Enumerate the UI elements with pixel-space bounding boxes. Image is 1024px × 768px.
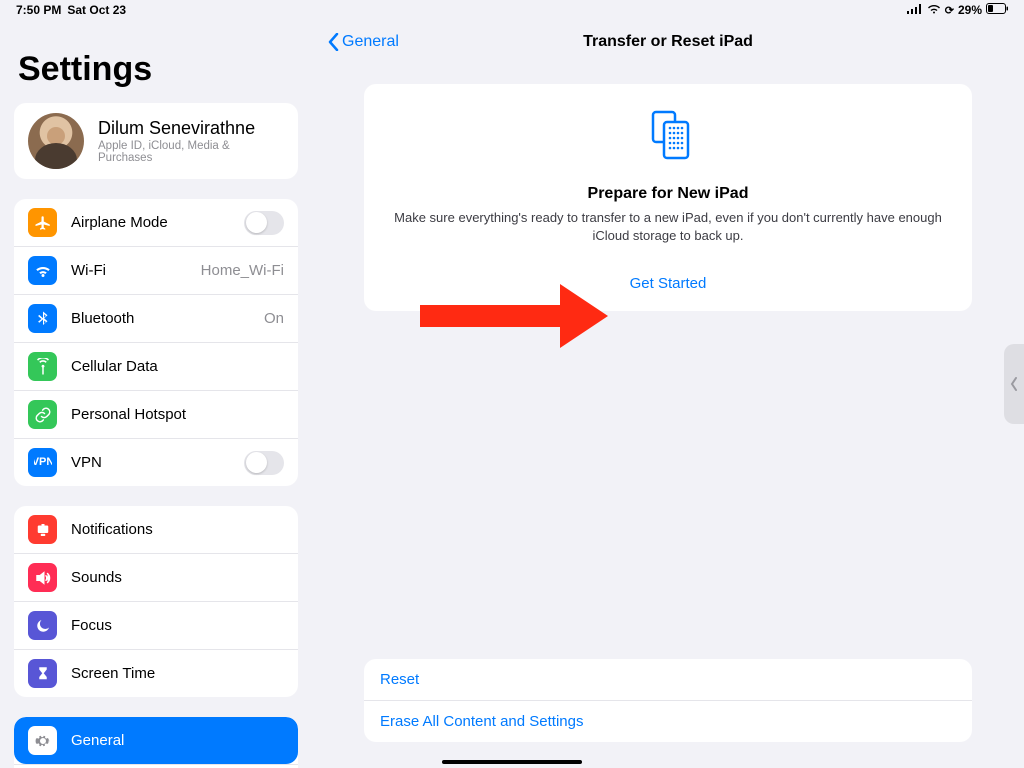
sidebar-item-wi-fi[interactable]: Wi-FiHome_Wi-Fi: [14, 246, 298, 294]
sidebar-item-personal-hotspot[interactable]: Personal Hotspot: [14, 390, 298, 438]
link-icon: [28, 400, 57, 429]
slide-over-grabber[interactable]: [1004, 344, 1024, 424]
sidebar-item-label: Airplane Mode: [71, 214, 244, 231]
profile-name: Dilum Senevirathne: [98, 118, 284, 139]
sidebar-item-screen-time[interactable]: Screen Time: [14, 649, 298, 697]
orientation-lock-icon: ⟳: [945, 4, 954, 17]
sidebar-item-general[interactable]: General: [14, 717, 298, 764]
bluetooth-icon: [28, 304, 57, 333]
battery-pct: 29%: [958, 3, 982, 17]
profile-subtitle: Apple ID, iCloud, Media & Purchases: [98, 140, 284, 164]
status-right: ⟳ 29%: [907, 3, 1008, 17]
chevron-left-icon: [328, 33, 339, 51]
sidebar-item-bluetooth[interactable]: BluetoothOn: [14, 294, 298, 342]
apple-id-profile[interactable]: Dilum Senevirathne Apple ID, iCloud, Med…: [14, 103, 298, 179]
gear-icon: [28, 726, 57, 755]
reset-button[interactable]: Reset: [364, 659, 972, 700]
settings-group-general: GeneralControl CenterAADisplay & Brightn…: [14, 717, 298, 768]
antenna-icon: [28, 352, 57, 381]
row-detail: On: [264, 310, 284, 327]
row-detail: Home_Wi-Fi: [201, 262, 284, 279]
ipad-transfer-icon: [640, 106, 696, 167]
page-title: Transfer or Reset iPad: [583, 33, 753, 51]
erase-all-button[interactable]: Erase All Content and Settings: [364, 700, 972, 742]
sidebar-item-focus[interactable]: Focus: [14, 601, 298, 649]
sidebar-item-label: Focus: [71, 617, 284, 634]
sidebar-item-notifications[interactable]: Notifications: [14, 506, 298, 553]
sidebar-item-label: Wi-Fi: [71, 262, 201, 279]
hero-heading: Prepare for New iPad: [390, 185, 946, 203]
sidebar-item-control-center[interactable]: Control Center: [14, 764, 298, 768]
settings-group-connectivity: Airplane ModeWi-FiHome_Wi-FiBluetoothOnC…: [14, 199, 298, 486]
signal-icon: [907, 3, 923, 17]
vpn-icon: VPN: [28, 448, 57, 477]
moon-icon: [28, 611, 57, 640]
sidebar-item-vpn[interactable]: VPN VPN: [14, 438, 298, 486]
sidebar-item-label: Notifications: [71, 521, 284, 538]
sidebar-item-label: Bluetooth: [71, 310, 264, 327]
sidebar-item-label: Personal Hotspot: [71, 406, 284, 423]
sidebar-item-label: General: [71, 732, 284, 749]
toggle-switch[interactable]: [244, 451, 284, 475]
wifi-icon: [927, 3, 941, 17]
sidebar-item-cellular-data[interactable]: Cellular Data: [14, 342, 298, 390]
airplane-icon: [28, 208, 57, 237]
sidebar-item-airplane-mode[interactable]: Airplane Mode: [14, 199, 298, 246]
status-time: 7:50 PM: [16, 3, 61, 17]
sidebar-item-label: Sounds: [71, 569, 284, 586]
sidebar-item-label: Screen Time: [71, 665, 284, 682]
home-indicator[interactable]: [442, 760, 582, 764]
back-button[interactable]: General: [328, 33, 399, 51]
speaker-icon: [28, 563, 57, 592]
detail-pane: General Transfer or Reset iPad: [312, 20, 1024, 768]
status-date: Sat Oct 23: [67, 3, 126, 17]
hourglass-icon: [28, 659, 57, 688]
battery-icon: [986, 3, 1008, 17]
toggle-switch[interactable]: [244, 211, 284, 235]
status-bar: 7:50 PM Sat Oct 23 ⟳ 29%: [0, 0, 1024, 20]
prepare-ipad-card: Prepare for New iPad Make sure everythin…: [364, 84, 972, 311]
sidebar-item-sounds[interactable]: Sounds: [14, 553, 298, 601]
avatar: [28, 113, 84, 169]
hero-body: Make sure everything's ready to transfer…: [390, 209, 946, 245]
back-label: General: [342, 33, 399, 51]
svg-text:VPN: VPN: [34, 456, 52, 468]
sidebar-item-label: VPN: [71, 454, 244, 471]
nav-header: General Transfer or Reset iPad: [312, 20, 1024, 64]
settings-sidebar: Settings Dilum Senevirathne Apple ID, iC…: [0, 20, 312, 768]
settings-group-notifications: Notifications Sounds Focus Screen Time: [14, 506, 298, 697]
get-started-button[interactable]: Get Started: [630, 275, 707, 292]
reset-options-card: Reset Erase All Content and Settings: [364, 659, 972, 742]
wifi-icon: [28, 256, 57, 285]
sidebar-item-label: Cellular Data: [71, 358, 284, 375]
bell-icon: [28, 515, 57, 544]
settings-title: Settings: [18, 50, 298, 89]
